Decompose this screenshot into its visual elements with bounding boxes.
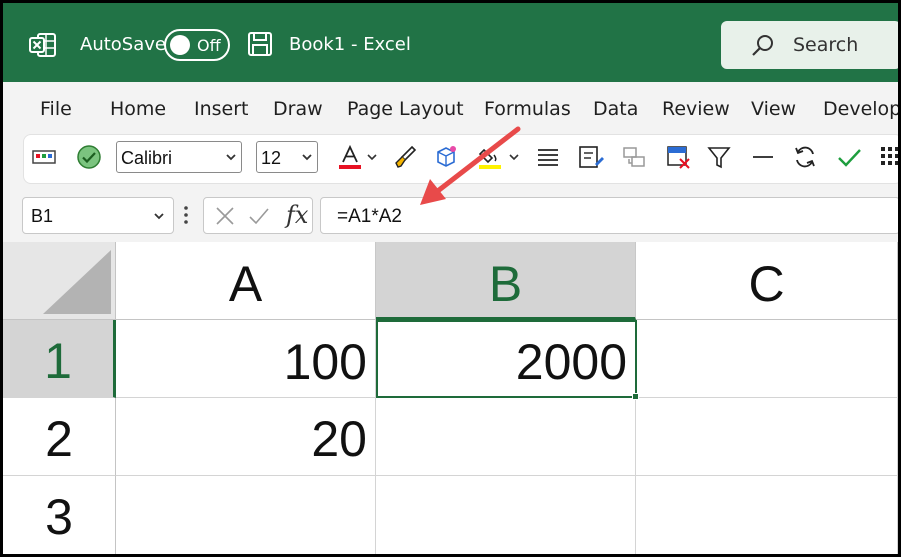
accept-check-icon[interactable] [836,144,862,170]
fill-handle[interactable] [632,393,639,400]
search-box[interactable]: Search [721,21,898,69]
menu-draw[interactable]: Draw [273,98,323,120]
chevron-down-icon[interactable] [367,152,377,162]
cell-a1[interactable]: 100 [116,320,376,398]
autosave-toggle[interactable]: Off [164,29,230,61]
cell-c1[interactable] [637,320,898,398]
column-header-a[interactable]: A [116,242,376,320]
refresh-icon[interactable] [792,144,818,170]
chevron-down-icon [302,154,312,161]
font-color-icon[interactable] [337,144,363,170]
worksheet-grid: A B C 1 2 3 100 2000 20 [3,242,898,554]
excel-window: AutoSave Off Book1 - Excel Search File H… [0,0,901,557]
formula-actions: fx [203,197,313,234]
align-icon[interactable] [535,144,561,170]
select-all-triangle-icon [43,250,111,314]
filter-icon[interactable] [706,144,732,170]
menu-home[interactable]: Home [110,98,166,120]
menu-insert[interactable]: Insert [194,98,249,120]
autosave-state: Off [197,36,221,55]
chevron-down-icon [154,213,164,220]
font-size-value: 12 [261,148,282,168]
delete-cells-icon[interactable] [665,144,691,170]
grid-dots-icon[interactable] [878,144,901,170]
annotation-arrow-icon [420,126,521,205]
formula-value: =A1*A2 [337,206,402,227]
font-name-select[interactable]: Calibri [116,141,242,173]
cell-a2[interactable]: 20 [116,398,376,476]
row-header-2[interactable]: 2 [3,398,116,476]
more-vertical-icon[interactable] [183,204,189,226]
menu-view[interactable]: View [751,98,796,120]
insert-function-button[interactable]: fx [286,201,308,229]
font-name-value: Calibri [121,148,173,168]
cell-b1[interactable]: 2000 [376,320,637,398]
toggle-knob [170,35,190,55]
cell-styles-icon[interactable] [31,144,57,170]
menu-review[interactable]: Review [662,98,730,120]
link-table-icon[interactable] [621,144,647,170]
cell-b2[interactable] [376,398,636,476]
menu-page-layout[interactable]: Page Layout [347,98,464,120]
row-header-3[interactable]: 3 [3,476,116,554]
search-icon [752,35,773,56]
title-bar: AutoSave Off Book1 - Excel Search [3,3,898,82]
menu-formulas[interactable]: Formulas [484,98,571,120]
cell-b3[interactable] [376,476,636,554]
formula-input[interactable]: =A1*A2 [320,197,898,234]
cell-c3[interactable] [636,476,898,554]
save-icon[interactable] [247,31,273,57]
enter-check-icon[interactable] [248,205,270,227]
name-box-value: B1 [31,206,54,226]
font-size-select[interactable]: 12 [256,141,318,173]
edit-form-icon[interactable] [578,144,604,170]
column-header-b[interactable]: B [376,242,636,320]
select-all-button[interactable] [3,242,116,320]
window-title: Book1 - Excel [289,34,411,55]
menu-developer[interactable]: Develop [823,98,898,120]
name-box[interactable]: B1 [22,197,174,234]
cancel-icon[interactable] [214,205,236,227]
row-header-1[interactable]: 1 [3,320,116,398]
search-placeholder: Search [793,34,859,56]
excel-logo-icon [29,33,56,57]
minus-icon[interactable] [750,144,776,170]
autosave-label: AutoSave [80,34,166,55]
chevron-down-icon [226,154,236,161]
menu-data[interactable]: Data [593,98,638,120]
check-circle-icon[interactable] [76,144,102,170]
cell-c2[interactable] [636,398,898,476]
cell-a3[interactable] [116,476,376,554]
column-header-c[interactable]: C [636,242,898,320]
menu-file[interactable]: File [40,98,72,120]
